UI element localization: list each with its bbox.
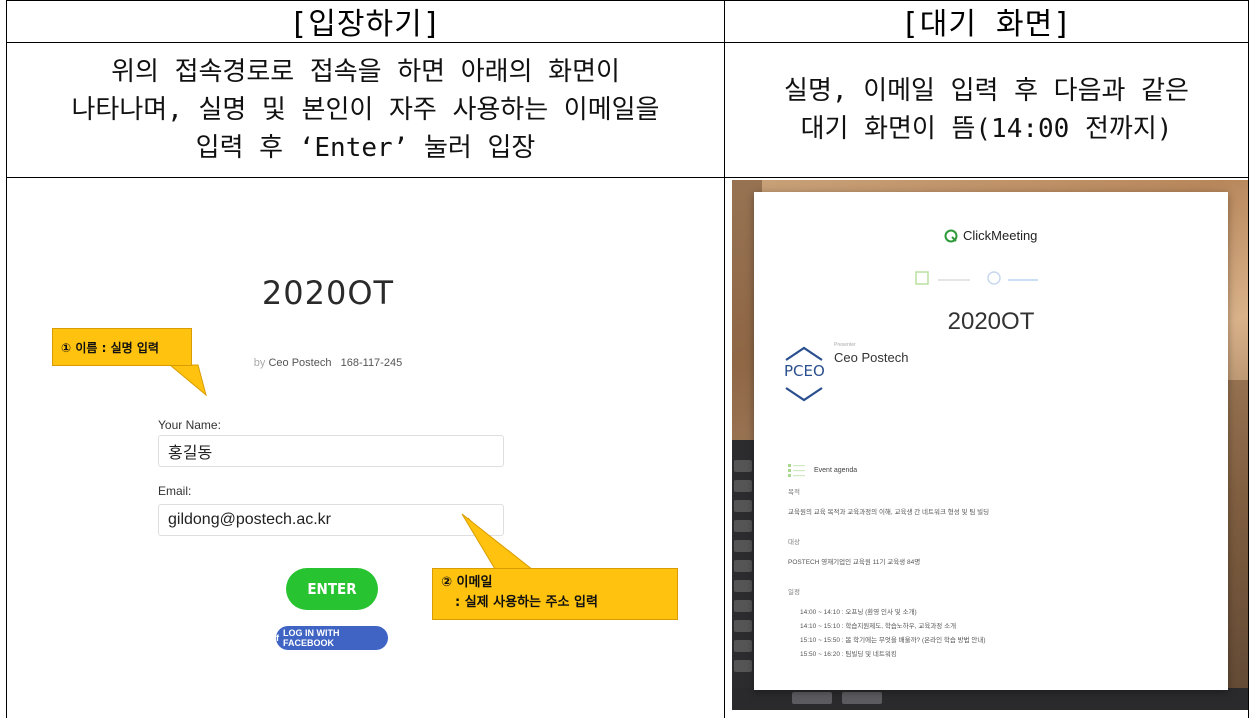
agenda-schedule-item: 15:50 ~ 16:20 : 팀빌딩 및 네트워킹: [800, 651, 897, 658]
facebook-label: LOG IN WITH FACEBOOK: [283, 628, 340, 648]
brand: ClickMeeting: [944, 228, 1037, 243]
agenda-heading: Event agenda: [788, 462, 857, 478]
callout-email-line1: ② 이메일: [441, 575, 493, 590]
agenda-schedule-item: 14:00 ~ 14:10 : 오프닝 (환영 인사 및 소개): [800, 609, 917, 616]
brand-name: ClickMeeting: [963, 228, 1038, 243]
progress-steps: [915, 271, 1038, 285]
agenda-purpose-text: 교육원의 교육 목적과 교육과정의 이해, 교육생 간 네트워크 형성 및 팀 …: [788, 509, 990, 516]
desc-enter: 위의 접속경로로 접속을 하면 아래의 화면이 나타나며, 실명 및 본인이 자…: [71, 57, 660, 163]
callout-email-line2: : 실제 사용하는 주소 입력: [455, 595, 598, 610]
agenda-target-text: POSTECH 영재기업인 교육원 11기 교육생 84명: [788, 559, 921, 566]
table-border-right: [1248, 0, 1249, 718]
room-title: 2020OT: [261, 274, 395, 312]
agenda-target-label: 대상: [788, 539, 800, 546]
waiting-title: 2020OT: [947, 308, 1035, 335]
presenter-caption: Presenter: [834, 342, 856, 348]
entry-screenshot: 2020OT by Ceo Postech 168-117-245 Your N…: [8, 180, 715, 710]
clock-icon: [987, 271, 1001, 285]
callout-email: ② 이메일 : 실제 사용하는 주소 입력: [432, 568, 678, 620]
pceo-logo-text: PCEO: [784, 362, 825, 380]
callout-name: ① 이름 : 실명 입력: [52, 328, 192, 366]
presenter-name: Ceo Postech: [834, 350, 909, 365]
enter-button[interactable]: ENTER: [286, 568, 378, 610]
waiting-card: ClickMeeting 2020OT PCEO Presenter Ceo P…: [754, 192, 1228, 690]
calendar-icon: [915, 271, 929, 285]
name-field[interactable]: 홍길동: [158, 435, 504, 467]
facebook-login-button[interactable]: f LOG IN WITH FACEBOOK: [276, 626, 388, 650]
agenda-schedule-item: 15:10 ~ 15:50 : 봄 학기에는 무엇을 배울까? (온라인 학습 …: [800, 637, 986, 644]
agenda-schedule-label: 일정: [788, 589, 800, 596]
agenda-list-icon: [788, 464, 805, 477]
table-border-row2: [6, 177, 1249, 178]
facebook-icon: f: [276, 633, 279, 643]
agenda-purpose-label: 목적: [788, 489, 800, 496]
header-enter: [입장하기]: [289, 7, 442, 42]
desc-waiting: 실명, 이메일 입력 후 다음과 같은 대기 화면이 뜸(14:00 전까지): [784, 76, 1189, 144]
room-id: 168-117-245: [340, 357, 403, 369]
agenda-schedule-item: 14:10 ~ 15:10 : 학습지원제도, 학습노하우, 교육과정 소개: [800, 623, 957, 630]
agenda-heading-text: Event agenda: [814, 466, 858, 474]
email-label: Email:: [158, 484, 192, 498]
clickmeeting-logo-icon: [944, 229, 958, 242]
host-name: Ceo Postech: [268, 357, 332, 369]
header-waiting: [대기 화면]: [900, 7, 1073, 42]
waiting-screenshot: ClickMeeting 2020OT PCEO Presenter Ceo P…: [732, 180, 1248, 710]
name-label: Your Name:: [158, 418, 221, 432]
by-prefix: by: [253, 357, 266, 369]
